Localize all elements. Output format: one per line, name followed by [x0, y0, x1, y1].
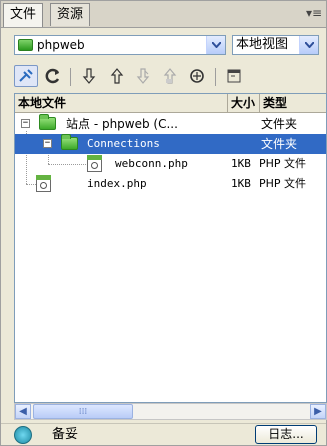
chevron-down-icon[interactable] — [299, 36, 318, 54]
file-list-header: 本地文件 大小 类型 — [15, 94, 326, 113]
scroll-right-icon[interactable]: ▶ — [310, 404, 326, 419]
tab-files[interactable]: 文件 — [3, 3, 44, 27]
expand-icon[interactable] — [222, 65, 246, 87]
column-header-size[interactable]: 大小 — [228, 94, 260, 112]
log-button[interactable]: 日志... — [255, 425, 317, 444]
row-size: 1KB — [231, 157, 251, 170]
view-select[interactable]: 本地视图 — [232, 35, 319, 55]
sync-icon[interactable] — [185, 65, 209, 87]
connect-icon[interactable] — [14, 65, 38, 87]
checkout-icon[interactable] — [131, 65, 155, 87]
php-file-icon — [36, 175, 51, 192]
scrollbar-thumb[interactable]: ⁞⁞⁞ — [33, 404, 133, 419]
checkin-icon[interactable] — [158, 65, 182, 87]
panel-tabbar: 文件 资源 ▾≡ — [1, 1, 326, 28]
row-name: 站点 - phpweb (C... — [66, 117, 178, 131]
view-select-value: 本地视图 — [236, 37, 289, 52]
tree-row-index[interactable]: index.php 1KB PHP 文件 — [15, 174, 326, 194]
status-globe-icon — [14, 426, 32, 444]
scroll-left-icon[interactable]: ◀ — [15, 404, 31, 419]
row-name: webconn.php — [115, 157, 188, 170]
collapse-icon[interactable]: − — [21, 119, 30, 128]
column-header-name[interactable]: 本地文件 — [15, 94, 228, 112]
file-list: 本地文件 大小 类型 − 站点 - phpweb (C... 文件夹 − Con… — [14, 93, 327, 403]
site-folder-icon — [18, 39, 33, 51]
row-type: PHP 文件 — [259, 177, 307, 190]
row-type: PHP 文件 — [259, 157, 307, 170]
panel-options-icon[interactable]: ▾≡ — [306, 6, 322, 20]
tree-row-webconn[interactable]: webconn.php 1KB PHP 文件 — [15, 154, 326, 174]
site-select-value: phpweb — [37, 38, 85, 52]
folder-icon — [39, 114, 56, 130]
php-file-icon — [87, 155, 102, 172]
site-select[interactable]: phpweb — [14, 35, 226, 55]
collapse-icon[interactable]: − — [43, 139, 52, 148]
row-name: Connections — [87, 137, 160, 150]
chevron-down-icon[interactable] — [206, 36, 225, 54]
column-header-type[interactable]: 类型 — [260, 94, 326, 112]
status-bar: 备妥 日志... — [1, 423, 326, 446]
site-view-row: phpweb 本地视图 — [1, 35, 326, 59]
files-panel: 文件 资源 ▾≡ phpweb 本地视图 本地文件 大小 类型 − 站点 - p… — [0, 0, 327, 446]
folder-icon — [61, 134, 78, 150]
tree-row-site-root[interactable]: − 站点 - phpweb (C... 文件夹 — [15, 114, 326, 134]
horizontal-scrollbar[interactable]: ◀ ⁞⁞⁞ ▶ — [14, 403, 327, 420]
refresh-icon[interactable] — [41, 65, 65, 87]
row-type: 文件夹 — [261, 137, 298, 151]
get-icon[interactable] — [77, 65, 101, 87]
tree-row-connections[interactable]: − Connections 文件夹 — [15, 134, 326, 154]
put-icon[interactable] — [105, 65, 129, 87]
row-type: 文件夹 — [261, 117, 298, 131]
tab-assets[interactable]: 资源 — [50, 3, 91, 26]
files-toolbar — [1, 62, 326, 90]
row-size: 1KB — [231, 177, 251, 190]
row-name: index.php — [87, 177, 147, 190]
status-text: 备妥 — [52, 427, 79, 442]
